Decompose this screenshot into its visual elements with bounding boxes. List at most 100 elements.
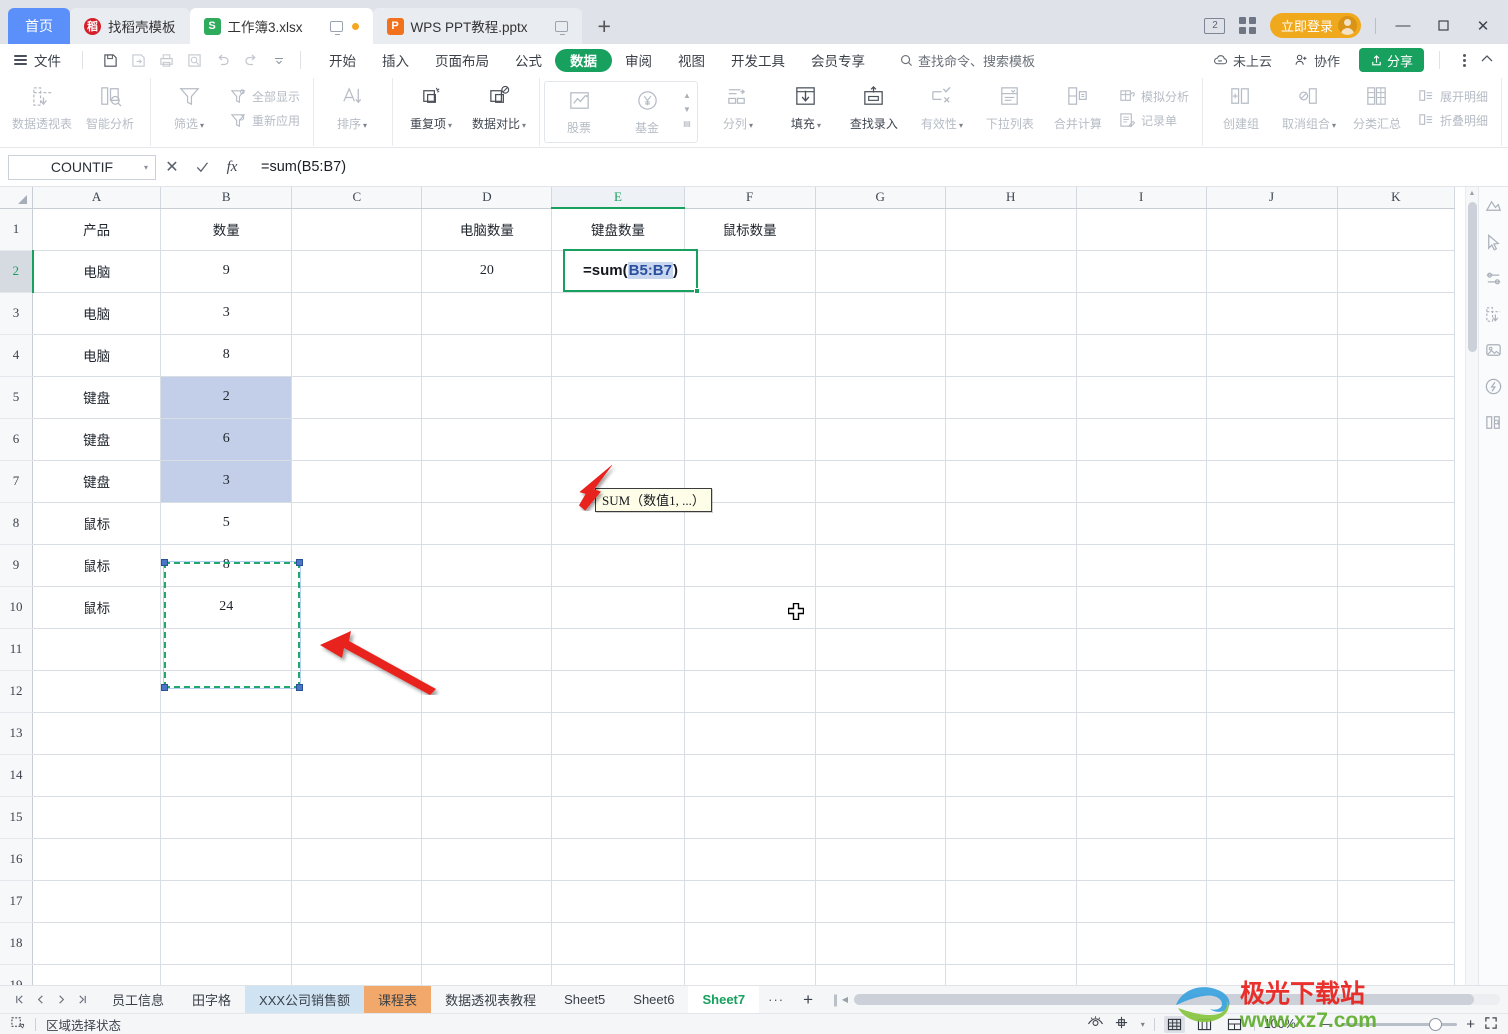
cell-C4[interactable]	[291, 334, 423, 377]
cell-E16[interactable]	[551, 838, 685, 881]
create-group-button[interactable]: 创建组	[1207, 78, 1275, 132]
consolidate-button[interactable]: 合并计算	[1044, 78, 1112, 132]
cell-F2[interactable]	[684, 250, 816, 293]
spreadsheet-grid[interactable]: A B C D E F G H I J K 1 产品 数量 电脑数量 键盘数量 …	[0, 187, 1455, 985]
tab-page-layout[interactable]: 页面布局	[422, 48, 502, 72]
cell-K1[interactable]	[1337, 208, 1455, 251]
fund-button[interactable]: 基金	[613, 82, 681, 136]
print-preview-icon[interactable]	[182, 48, 207, 72]
column-header-B[interactable]: B	[160, 187, 293, 209]
name-box[interactable]: COUNTIF ▾	[8, 154, 156, 180]
cell-B7[interactable]: 3	[160, 460, 293, 503]
zoom-level-label[interactable]: 100%	[1264, 1017, 1296, 1031]
cell-I12[interactable]	[1076, 670, 1207, 713]
spinner-down-icon[interactable]: ▼	[683, 105, 691, 114]
cell-F13[interactable]	[684, 712, 816, 755]
cell-H1[interactable]	[945, 208, 1077, 251]
cell-A8[interactable]: 鼠标	[32, 502, 162, 545]
cell-G10[interactable]	[815, 586, 946, 629]
cell-C12[interactable]	[291, 670, 423, 713]
cell-E3[interactable]	[551, 292, 685, 335]
cell-J1[interactable]	[1206, 208, 1338, 251]
sheet-list-more-button[interactable]: ···	[759, 992, 793, 1007]
cell-G4[interactable]	[815, 334, 946, 377]
cell-H15[interactable]	[945, 796, 1077, 839]
cell-G11[interactable]	[815, 628, 946, 671]
cell-G14[interactable]	[815, 754, 946, 797]
cell-K8[interactable]	[1337, 502, 1455, 545]
cell-F15[interactable]	[684, 796, 816, 839]
row-header-13[interactable]: 13	[0, 712, 34, 755]
cell-H9[interactable]	[945, 544, 1077, 587]
cell-D5[interactable]	[421, 376, 553, 419]
cell-A4[interactable]: 电脑	[32, 334, 162, 377]
smart-analysis-button[interactable]: 智能分析	[76, 78, 144, 132]
collapse-detail-button[interactable]: 折叠明细	[1411, 108, 1495, 132]
cell-C13[interactable]	[291, 712, 423, 755]
customize-qat-icon[interactable]	[266, 48, 291, 72]
idea-bulb-icon[interactable]	[1483, 375, 1505, 397]
cell-B12[interactable]	[160, 670, 293, 713]
cell-K17[interactable]	[1337, 880, 1455, 923]
cell-K3[interactable]	[1337, 292, 1455, 335]
cell-H12[interactable]	[945, 670, 1077, 713]
cloud-status-button[interactable]: 未上云	[1205, 51, 1280, 70]
cell-B6[interactable]: 6	[160, 418, 293, 461]
collaborate-button[interactable]: 协作	[1286, 51, 1348, 70]
cell-I8[interactable]	[1076, 502, 1207, 545]
cell-C9[interactable]	[291, 544, 423, 587]
cell-D9[interactable]	[421, 544, 553, 587]
cell-E19[interactable]	[551, 964, 685, 985]
reading-book-icon[interactable]	[1483, 411, 1505, 433]
cell-F5[interactable]	[684, 376, 816, 419]
cell-K7[interactable]	[1337, 460, 1455, 503]
cell-K10[interactable]	[1337, 586, 1455, 629]
column-header-K[interactable]: K	[1337, 187, 1455, 209]
cell-D18[interactable]	[421, 922, 553, 965]
tab-start[interactable]: 开始	[316, 48, 369, 72]
minimize-button[interactable]: —	[1390, 14, 1416, 38]
cell-A12[interactable]	[32, 670, 162, 713]
cell-F1[interactable]: 鼠标数量	[684, 208, 816, 251]
cell-H13[interactable]	[945, 712, 1077, 755]
filter-button[interactable]: 筛选 ▾	[155, 78, 223, 132]
duplicate-items-button[interactable]: 重复项 ▾	[397, 78, 465, 132]
tab-member-exclusive[interactable]: 会员专享	[798, 48, 878, 72]
print-icon[interactable]	[154, 48, 179, 72]
cell-B11[interactable]	[160, 628, 293, 671]
cell-I6[interactable]	[1076, 418, 1207, 461]
horizontal-scroll-thumb[interactable]	[853, 994, 1475, 1005]
row-header-15[interactable]: 15	[0, 796, 34, 839]
cell-G5[interactable]	[815, 376, 946, 419]
cell-I16[interactable]	[1076, 838, 1207, 881]
picture-panel-icon[interactable]	[1483, 339, 1505, 361]
cell-I4[interactable]	[1076, 334, 1207, 377]
cell-E4[interactable]	[551, 334, 685, 377]
cell-B17[interactable]	[160, 880, 293, 923]
cell-I15[interactable]	[1076, 796, 1207, 839]
cell-A2[interactable]: 电脑	[32, 250, 162, 293]
cell-D13[interactable]	[421, 712, 553, 755]
confirm-formula-button[interactable]	[188, 154, 216, 180]
cell-H4[interactable]	[945, 334, 1077, 377]
tab-developer-tools[interactable]: 开发工具	[718, 48, 798, 72]
cell-J2[interactable]	[1206, 250, 1338, 293]
cell-F16[interactable]	[684, 838, 816, 881]
row-header-6[interactable]: 6	[0, 418, 34, 461]
cell-B2[interactable]: 9	[160, 250, 293, 293]
cell-D11[interactable]	[421, 628, 553, 671]
tab-ppt-tutorial[interactable]: P WPS PPT教程.pptx	[372, 8, 582, 44]
cell-G2[interactable]	[815, 250, 946, 293]
cell-H14[interactable]	[945, 754, 1077, 797]
row-header-2[interactable]: 2	[0, 250, 34, 293]
sheet-tab-company-sales[interactable]: XXX公司销售额	[245, 985, 365, 1014]
cell-A7[interactable]: 键盘	[32, 460, 162, 503]
cell-D17[interactable]	[421, 880, 553, 923]
cell-A15[interactable]	[32, 796, 162, 839]
cell-A1[interactable]: 产品	[32, 208, 162, 251]
cell-J7[interactable]	[1206, 460, 1338, 503]
new-tab-button[interactable]: +	[582, 8, 627, 44]
cell-F12[interactable]	[684, 670, 816, 713]
row-header-17[interactable]: 17	[0, 880, 34, 923]
cell-B4[interactable]: 8	[160, 334, 293, 377]
